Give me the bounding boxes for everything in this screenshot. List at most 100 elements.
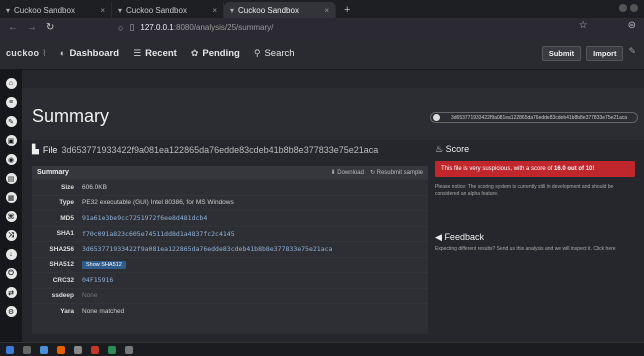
nav-dashboard[interactable]: ◐ Dashboard (60, 48, 119, 59)
thumbs-icon: ♨ (435, 144, 444, 154)
terminal-icon[interactable] (23, 345, 31, 354)
alert-score: 16.0 out of 10! (554, 166, 595, 172)
nav-pending[interactable]: ✿ Pending (191, 48, 240, 59)
tab-label: Cuckoo Sandbox (126, 5, 187, 15)
main-menu: ◐ Dashboard ☰ Recent ✿ Pending ⚲ Search (60, 48, 295, 59)
nav-label: Dashboard (69, 47, 120, 59)
file-icon[interactable]: ≡ (5, 97, 17, 108)
close-tab-icon[interactable]: × (100, 6, 105, 15)
shuffle-icon[interactable]: ⤨ (5, 230, 17, 241)
nav-label: Recent (145, 47, 177, 59)
settings-icon[interactable] (108, 345, 116, 354)
browser-icon[interactable] (57, 345, 65, 354)
row-value: f70c091a823c605e74511dd8d1a4837fc2c4145 (82, 229, 235, 238)
download-label: Download (337, 170, 364, 176)
process-tree-icon[interactable]: ⌘ (5, 211, 17, 222)
tab-label: Cuckoo Sandbox (14, 5, 75, 15)
forward-icon[interactable]: → (27, 22, 37, 33)
row-key: CRC32 (52, 276, 74, 284)
list-icon: ☰ (133, 47, 142, 58)
power-icon[interactable]: ⏻ (5, 268, 17, 279)
firefox-icon: ▾ (6, 5, 11, 15)
table-row: Size 606.0KB (32, 179, 428, 195)
page-icon: ▯ (129, 22, 135, 32)
network-icon[interactable]: ◉ (5, 154, 17, 165)
bird-icon: ⌇ (39, 47, 47, 58)
close-tab-icon[interactable]: × (324, 6, 329, 15)
row-key: Type (59, 199, 74, 207)
row-key: SHA1 (56, 230, 74, 238)
file-heading-label: File (42, 144, 58, 155)
row-value: 91a61e3be9cc7251972f6ee8d481dcb4 (82, 214, 208, 223)
row-value: None (82, 292, 98, 300)
window-controls (619, 4, 638, 12)
import-button[interactable]: Import (586, 46, 624, 61)
hash-badge-text: 3d653771933422f9a081ea122865da76edde83cd… (451, 114, 628, 121)
url-host: 127.0.0.1 (140, 23, 174, 32)
pocket-icon[interactable]: ⊜ (628, 20, 636, 31)
feedback-heading: ◀ Feedback (435, 232, 635, 243)
file-summary-table: Summary ⬇ Download ↻ Resubmit sample Siz… (32, 166, 428, 334)
row-value: 3d653771933422f9a081ea122865da76edde83cd… (82, 245, 333, 254)
row-key: SHA512 (49, 261, 74, 269)
score-alert: This file is very suspicious, with a sco… (435, 161, 635, 177)
bookmark-star-icon[interactable]: ☆ (579, 20, 588, 31)
browser-tab[interactable]: ▾ Cuckoo Sandbox × (0, 2, 112, 18)
back-icon[interactable]: ← (8, 22, 18, 33)
submit-button[interactable]: Submit (541, 46, 582, 61)
table-row: Yara None matched (32, 303, 428, 319)
table-title: Summary (37, 169, 69, 176)
score-title: Score (445, 144, 470, 154)
nav-recent[interactable]: ☰ Recent (133, 48, 177, 59)
reload-icon[interactable]: ↻ (46, 22, 54, 33)
browser-tab-active[interactable]: ▾ Cuckoo Sandbox × (224, 2, 336, 18)
download-icon[interactable]: ↓ (5, 249, 17, 260)
firefox-icon[interactable] (91, 345, 99, 354)
editor-icon[interactable] (74, 345, 82, 354)
screenshot-icon[interactable]: ▣ (5, 135, 17, 146)
files-icon[interactable] (40, 345, 48, 354)
dropped-files-icon[interactable]: ▦ (5, 192, 17, 203)
row-key: ssdeep (51, 292, 74, 300)
edit-icon[interactable]: ✎ (5, 116, 17, 127)
tab-label: Cuckoo Sandbox (238, 5, 299, 15)
browser-tab[interactable]: ▾ Cuckoo Sandbox × (112, 2, 224, 18)
resubmit-button[interactable]: ↻ Resubmit sample (370, 169, 423, 176)
cuckoo-logo[interactable]: cuckoo ⌇ (6, 48, 60, 59)
close-tab-icon[interactable]: × (212, 6, 217, 15)
close-window-icon[interactable] (630, 4, 638, 12)
row-key: MD5 (60, 214, 74, 222)
row-key: Size (60, 183, 74, 191)
home-icon[interactable]: ⌂ (5, 78, 17, 89)
feedback-title: Feedback (444, 232, 484, 242)
hash-badge: 3d653771933422f9a081ea122865da76edde83cd… (430, 112, 638, 123)
row-key: Yara (60, 307, 74, 315)
minimize-icon[interactable] (619, 4, 627, 12)
settings-icon[interactable]: ⚙ (5, 306, 17, 317)
table-row: SHA256 3d653771933422f9a081ea122865da76ed… (32, 241, 428, 257)
window-icon[interactable] (125, 345, 133, 354)
file-icon: ▙ (32, 144, 39, 154)
app-launcher-icon[interactable] (6, 345, 14, 354)
firefox-icon: ▾ (118, 5, 123, 15)
behavior-icon[interactable]: ▤ (5, 173, 17, 184)
nav-label: Pending (202, 47, 240, 59)
file-heading: ▙ File 3d653771933422f9a081ea122865da76e… (32, 144, 378, 155)
gears-icon: ✿ (190, 47, 199, 58)
table-header: Summary ⬇ Download ↻ Resubmit sample (32, 166, 428, 179)
firefox-icon: ▾ (230, 5, 235, 15)
download-button[interactable]: ⬇ Download (331, 169, 364, 176)
nav-search[interactable]: ⚲ Search (254, 48, 295, 59)
table-row: MD5 91a61e3be9cc7251972f6ee8d481dcb4 (32, 210, 428, 226)
browser-toolbar: ← → ↻ ○ ▯ 127.0.0.1:8080/analysis/25/sum… (0, 18, 644, 37)
row-value: PE32 executable (GUI) Intel 80386, for M… (82, 199, 234, 207)
new-tab-icon[interactable]: + (336, 2, 358, 18)
file-name: 3d653771933422f9a081ea122865da76edde83cd… (61, 144, 379, 155)
compare-icon[interactable]: ⇄ (5, 287, 17, 298)
table-row: CRC32 04F15916 (32, 272, 428, 288)
address-bar[interactable]: ○ ▯ 127.0.0.1:8080/analysis/25/summary/ (118, 21, 518, 34)
table-row: Type PE32 executable (GUI) Intel 80386, f… (32, 194, 428, 211)
pencil-icon[interactable]: ✎ (628, 46, 636, 61)
feedback-text[interactable]: Expecting different results? Send us thi… (435, 246, 635, 253)
show-sha512-button[interactable]: Show SHA512 (82, 261, 126, 270)
